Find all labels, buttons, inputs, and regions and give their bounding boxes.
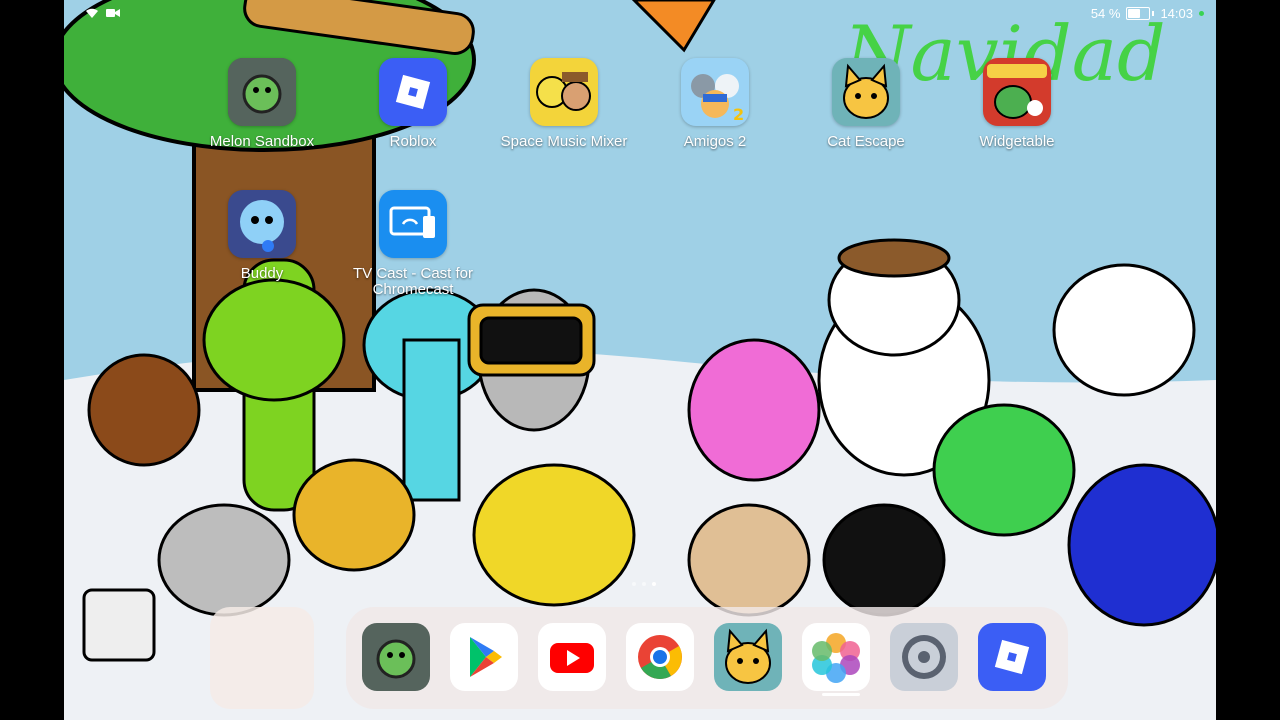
battery-percent: 54 % <box>1090 6 1121 21</box>
letterbox-left <box>0 0 64 720</box>
dock-youtube-icon[interactable] <box>538 623 606 691</box>
dock <box>346 607 1068 709</box>
app-buddy[interactable]: Buddy <box>187 190 337 282</box>
dock-gallery-icon[interactable] <box>802 623 870 691</box>
app-widgetable[interactable]: Widgetable <box>942 58 1092 150</box>
camera-record-icon <box>106 9 120 17</box>
app-melon-sandbox[interactable]: Melon Sandbox <box>187 58 337 150</box>
dock-melon-sandbox-icon[interactable] <box>362 623 430 691</box>
page-indicator[interactable] <box>632 582 656 586</box>
dock-play-store-icon[interactable] <box>450 623 518 691</box>
app-roblox[interactable]: Roblox <box>338 58 488 150</box>
tablet-screen: Navidad 54 % 14:03 Melon Sandbox Roblox … <box>64 0 1216 720</box>
app-tv-cast[interactable]: TV Cast - Cast for Chromecast <box>338 190 488 298</box>
widgetable-icon <box>983 58 1051 126</box>
app-space-music-mixer[interactable]: Space Music Mixer <box>489 58 639 150</box>
battery-icon <box>1126 7 1151 20</box>
dock-roblox-icon[interactable] <box>978 623 1046 691</box>
buddy-icon <box>228 190 296 258</box>
wifi-icon <box>86 8 98 18</box>
dock-settings-icon[interactable] <box>890 623 958 691</box>
dock-recent-apps[interactable] <box>210 607 314 709</box>
app-cat-escape[interactable]: Cat Escape <box>791 58 941 150</box>
space-music-mixer-icon <box>530 58 598 126</box>
cat-escape-icon <box>832 58 900 126</box>
amigos-2-icon: 2 <box>681 58 749 126</box>
home-indicator[interactable] <box>822 693 860 696</box>
dock-chrome-icon[interactable] <box>626 623 694 691</box>
letterbox-right <box>1216 0 1280 720</box>
melon-sandbox-icon <box>228 58 296 126</box>
clock: 14:03 <box>1160 6 1193 21</box>
dock-cat-escape-icon[interactable] <box>714 623 782 691</box>
svg-text:2: 2 <box>733 105 744 124</box>
app-amigos-2[interactable]: 2 Amigos 2 <box>640 58 790 150</box>
privacy-indicator <box>1199 11 1204 16</box>
roblox-icon <box>379 58 447 126</box>
tv-cast-icon <box>379 190 447 258</box>
status-bar: 54 % 14:03 <box>64 0 1216 30</box>
